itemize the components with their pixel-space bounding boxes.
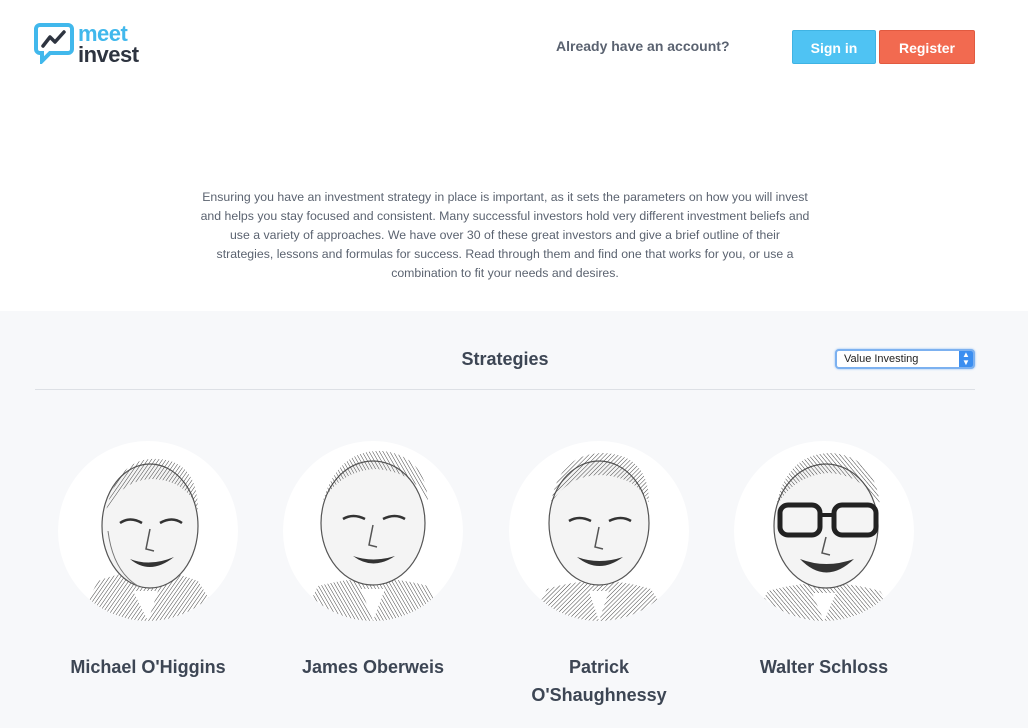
logo[interactable]: meet invest — [34, 21, 139, 67]
logo-meet: meet — [78, 21, 128, 46]
portrait-illustration — [78, 458, 223, 621]
logo-text: meet invest — [78, 21, 139, 67]
chat-chart-logo-icon — [34, 23, 74, 64]
strategies-section: Strategies Value Investing ▲ ▼ Michael O… — [0, 311, 1028, 728]
investor-card-patrick-oshaughnessy[interactable]: Patrick O'Shaughnessy — [489, 441, 709, 709]
logo-invest: invest — [78, 42, 139, 67]
investor-portrait[interactable] — [734, 441, 914, 621]
portrait-illustration — [752, 453, 900, 621]
investor-portrait[interactable] — [283, 441, 463, 621]
investor-card-james-oberweis[interactable]: James Oberweis — [263, 441, 483, 681]
intro-paragraph: Ensuring you have an investment strategy… — [200, 190, 810, 281]
investor-portrait[interactable] — [509, 441, 689, 621]
account-prompt: Already have an account? — [556, 38, 730, 54]
strategy-select-value: Value Investing — [844, 353, 919, 365]
sign-in-button[interactable]: Sign in — [792, 30, 876, 64]
investor-card-michael-ohiggins[interactable]: Michael O'Higgins — [38, 441, 258, 681]
site-header: meet invest Already have an account? Sig… — [0, 0, 1028, 90]
investor-name[interactable]: Michael O'Higgins — [38, 653, 258, 681]
select-updown-icon: ▲ ▼ — [959, 351, 973, 367]
portrait-illustration — [531, 453, 671, 621]
strategy-select[interactable]: Value Investing ▲ ▼ — [835, 349, 975, 369]
investor-card-walter-schloss[interactable]: Walter Schloss — [714, 441, 934, 681]
investor-portrait[interactable] — [58, 441, 238, 621]
investor-name[interactable]: Patrick O'Shaughnessy — [524, 653, 674, 709]
portrait-illustration — [301, 450, 448, 621]
investor-name[interactable]: James Oberweis — [263, 653, 483, 681]
divider — [35, 389, 975, 390]
register-button[interactable]: Register — [879, 30, 975, 64]
investor-name[interactable]: Walter Schloss — [714, 653, 934, 681]
